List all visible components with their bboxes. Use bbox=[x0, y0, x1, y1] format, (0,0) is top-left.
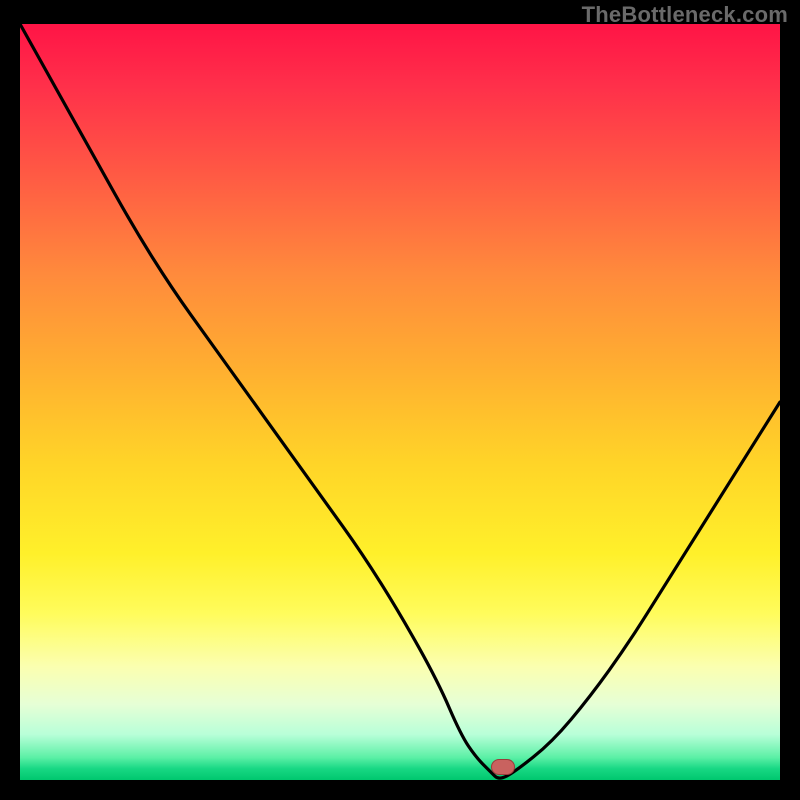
curve-path bbox=[20, 24, 780, 778]
optimal-point-marker bbox=[491, 759, 515, 775]
bottleneck-curve bbox=[20, 24, 780, 780]
plot-area bbox=[20, 24, 780, 780]
chart-frame: TheBottleneck.com bbox=[0, 0, 800, 800]
